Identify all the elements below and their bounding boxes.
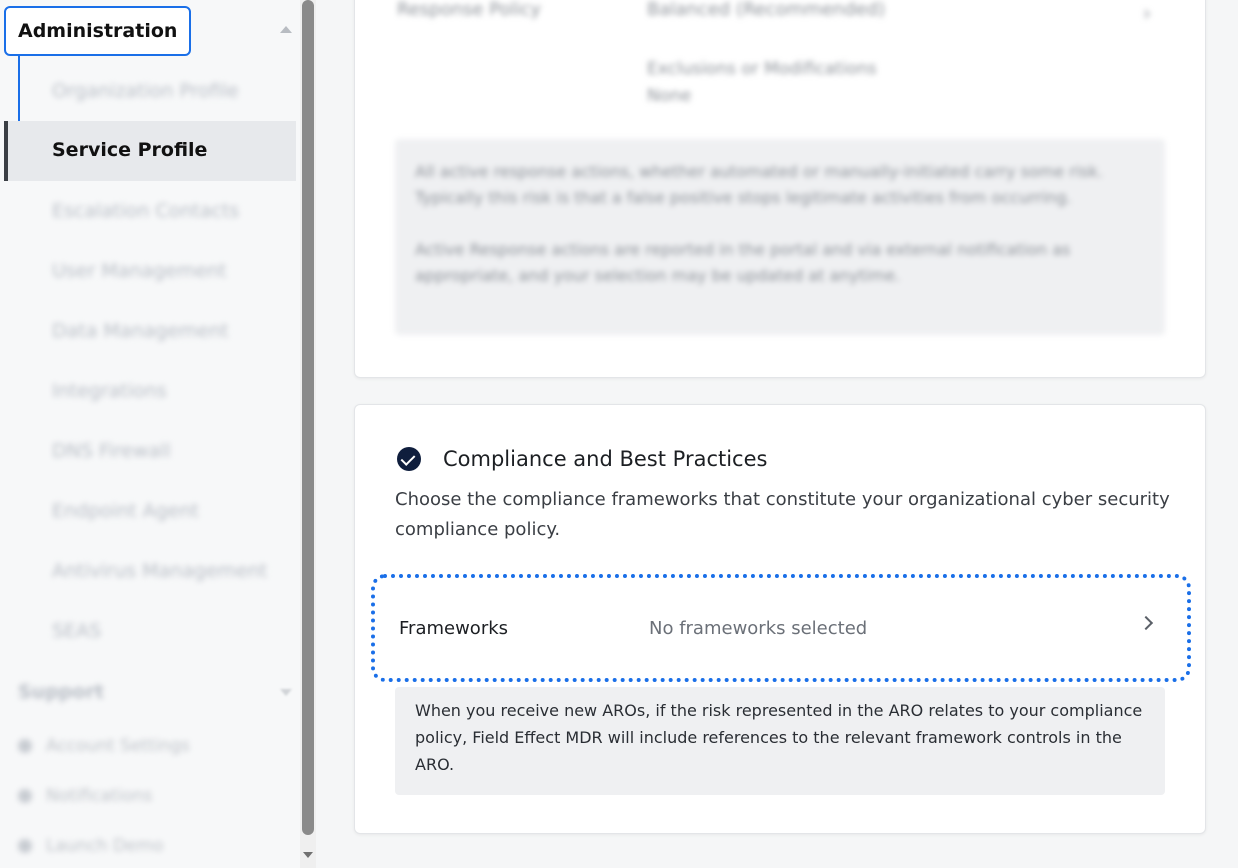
response-policy-value[interactable]: Balanced (Recommended) [647, 0, 885, 20]
sidebar-item-endpoint-agent[interactable]: Endpoint Agent [52, 500, 199, 522]
collapse-caret-icon[interactable] [280, 26, 292, 33]
administration-title[interactable]: Administration [4, 6, 192, 56]
sidebar-item-dns-firewall[interactable]: DNS Firewall [52, 440, 171, 462]
frameworks-label: Frameworks [399, 618, 509, 639]
sidebar-item-notifications[interactable]: Notifications [18, 786, 152, 806]
sidebar-item-organization-profile[interactable]: Organization Profile [52, 80, 239, 102]
play-icon [18, 839, 32, 853]
compliance-description: Choose the compliance frameworks that co… [395, 489, 1170, 540]
scrollbar-thumb[interactable] [302, 0, 314, 835]
sidebar-item-service-profile[interactable]: Service Profile [4, 121, 296, 181]
sidebar-item-antivirus-management[interactable]: Antivirus Management [52, 560, 267, 582]
sidebar-item-label: Service Profile [52, 139, 208, 161]
sidebar-item-escalation-contacts[interactable]: Escalation Contacts [52, 200, 239, 222]
sidebar: Administration Organization Profile Serv… [0, 0, 300, 868]
bell-icon [18, 789, 32, 803]
frameworks-row[interactable]: Frameworks No frameworks selected [371, 574, 1191, 682]
sidebar-item-label: Launch Demo [46, 836, 164, 856]
sidebar-item-seas[interactable]: SEAS [52, 620, 101, 642]
support-section-header[interactable]: Support [18, 681, 104, 703]
response-info-paragraph: All active response actions, whether aut… [415, 162, 1103, 207]
response-policy-label: Response Policy [397, 0, 541, 20]
user-icon [18, 739, 32, 753]
sidebar-item-launch-demo[interactable]: Launch Demo [18, 836, 163, 856]
sidebar-scrollbar[interactable] [300, 0, 316, 868]
sidebar-item-integrations[interactable]: Integrations [52, 380, 167, 402]
response-info-paragraph: Active Response actions are reported in … [415, 240, 1071, 285]
response-info-box: All active response actions, whether aut… [395, 139, 1165, 335]
sidebar-item-data-management[interactable]: Data Management [52, 320, 229, 342]
chevron-right-icon[interactable]: › [1143, 1, 1151, 25]
sidebar-item-label: Notifications [46, 786, 153, 806]
exclusions-value: None [647, 86, 692, 106]
response-policy-card: Response Policy Balanced (Recommended) ›… [354, 0, 1206, 378]
frameworks-value: No frameworks selected [649, 618, 868, 639]
sidebar-item-label: Account Settings [46, 736, 190, 756]
sidebar-item-user-management[interactable]: User Management [52, 260, 227, 282]
compliance-card: Compliance and Best Practices Choose the… [354, 404, 1206, 834]
sidebar-item-account-settings[interactable]: Account Settings [18, 736, 190, 756]
compliance-title: Compliance and Best Practices [443, 447, 768, 471]
chevron-right-icon[interactable] [1138, 615, 1154, 631]
administration-section-header[interactable]: Administration [4, 6, 296, 56]
scroll-down-arrow-icon[interactable] [303, 852, 313, 858]
expand-caret-icon[interactable] [280, 689, 292, 696]
compliance-info-box: When you receive new AROs, if the risk r… [395, 687, 1165, 795]
check-circle-icon [397, 447, 421, 471]
exclusions-label: Exclusions or Modifications [647, 59, 877, 79]
